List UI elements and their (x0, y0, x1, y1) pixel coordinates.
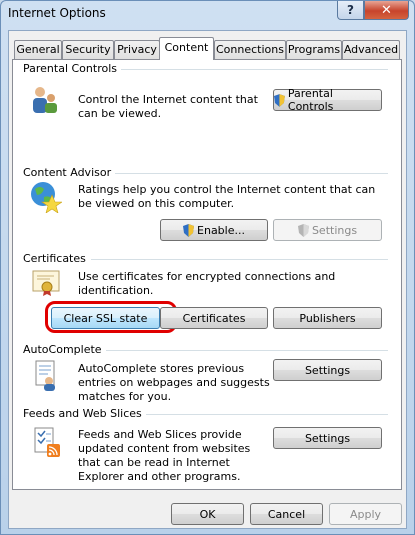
feeds-description: Feeds and Web Slices provide updated con… (78, 428, 251, 483)
content-advisor-globe-icon (31, 182, 62, 213)
uac-shield-icon (274, 93, 285, 107)
dialog-client-area: General Security Privacy Content Connect… (8, 30, 407, 529)
advisor-settings-button[interactable]: Settings (273, 219, 382, 241)
parental-controls-button[interactable]: Parental Controls (273, 87, 382, 113)
help-button[interactable]: ? (337, 1, 364, 20)
autocomplete-description: AutoComplete stores previous entries on … (78, 362, 270, 403)
certificates-divider (91, 259, 388, 260)
tab-content[interactable]: Content (159, 37, 214, 60)
certificates-button[interactable]: Certificates (160, 307, 268, 329)
autocomplete-divider (95, 350, 388, 351)
feeds-heading: Feeds and Web Slices (23, 407, 146, 420)
tab-security[interactable]: Security (62, 40, 114, 59)
autocomplete-form-icon (35, 360, 55, 391)
uac-shield-icon (183, 223, 195, 237)
advisor-description: Ratings help you control the Internet co… (78, 183, 376, 210)
advisor-enable-button[interactable]: Enable... (160, 219, 268, 241)
tab-programs[interactable]: Programs (286, 40, 342, 59)
parental-controls-button-label: Parental Controls (287, 87, 334, 113)
internet-options-window: Internet Options ? ✕ General Security Pr… (0, 0, 415, 535)
tab-connections[interactable]: Connections (214, 40, 286, 59)
clear-ssl-highlight-annotation (45, 301, 177, 333)
window-title: Internet Options (8, 6, 106, 20)
feeds-settings-button[interactable]: Settings (273, 427, 382, 449)
parental-divider (113, 69, 388, 70)
certificates-heading: Certificates (23, 252, 90, 265)
publishers-button[interactable]: Publishers (273, 307, 382, 329)
help-icon: ? (347, 3, 354, 17)
advisor-settings-button-label: Settings (311, 223, 358, 237)
feeds-divider (138, 414, 388, 415)
certificates-description: Use certificates for encrypted connectio… (78, 270, 336, 297)
close-button[interactable]: ✕ (364, 1, 409, 20)
ok-button[interactable]: OK (171, 503, 244, 525)
tab-general[interactable]: General (14, 40, 62, 59)
advisor-divider (109, 173, 388, 174)
tab-advanced[interactable]: Advanced (342, 40, 400, 59)
parental-heading: Parental Controls (23, 62, 121, 75)
close-icon: ✕ (381, 2, 392, 18)
uac-shield-icon (297, 223, 309, 237)
apply-button[interactable]: Apply (329, 503, 402, 525)
autocomplete-settings-button[interactable]: Settings (273, 359, 382, 381)
advisor-heading: Content Advisor (23, 166, 116, 179)
tab-privacy[interactable]: Privacy (114, 40, 160, 59)
content-tab-panel: Parental Controls Control the Internet c… (12, 59, 402, 490)
autocomplete-heading: AutoComplete (23, 343, 106, 356)
advisor-enable-button-label: Enable... (197, 223, 245, 237)
cancel-button[interactable]: Cancel (250, 503, 323, 525)
parental-description: Control the Internet content that can be… (78, 93, 258, 120)
feeds-rss-icon (34, 427, 60, 457)
certificate-icon (32, 270, 60, 296)
parental-controls-icon (33, 87, 57, 113)
